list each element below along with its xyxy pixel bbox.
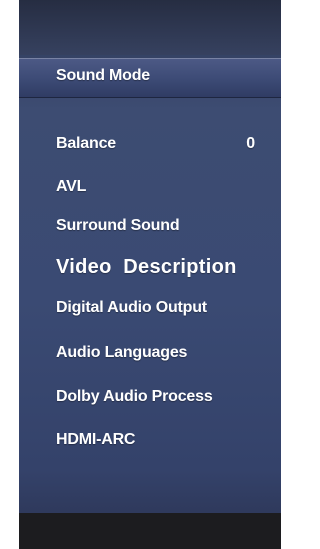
- menu-item-balance[interactable]: Balance 0: [56, 135, 255, 153]
- menu-item-label: Surround Sound: [56, 217, 180, 234]
- menu-item-label: Balance: [56, 135, 116, 152]
- menu-header-area: [19, 0, 281, 55]
- menu-footer-bar: [19, 513, 281, 549]
- menu-item-hdmi-arc[interactable]: HDMI-ARC: [56, 431, 255, 449]
- menu-item-digital-audio-output[interactable]: Digital Audio Output: [56, 299, 255, 317]
- menu-item-dolby-audio-process[interactable]: Dolby Audio Process: [56, 388, 255, 406]
- menu-item-label: Sound Mode: [56, 67, 150, 84]
- menu-item-label: AVL: [56, 178, 87, 195]
- menu-item-avl[interactable]: AVL: [56, 178, 255, 196]
- menu-item-label: Dolby Audio Process: [56, 388, 213, 405]
- sound-settings-menu: Sound Mode Balance 0 AVL Surround Sound …: [19, 0, 281, 549]
- menu-item-surround-sound[interactable]: Surround Sound: [56, 217, 255, 235]
- balance-value: 0: [246, 135, 255, 152]
- menu-item-label: Video Description: [56, 256, 237, 278]
- menu-item-label: Digital Audio Output: [56, 299, 207, 316]
- menu-item-sound-mode[interactable]: Sound Mode: [56, 67, 255, 85]
- menu-item-audio-languages[interactable]: Audio Languages: [56, 344, 255, 362]
- menu-item-video-description[interactable]: Video Description: [56, 256, 255, 279]
- menu-item-label: Audio Languages: [56, 344, 188, 361]
- menu-item-label: HDMI-ARC: [56, 431, 136, 448]
